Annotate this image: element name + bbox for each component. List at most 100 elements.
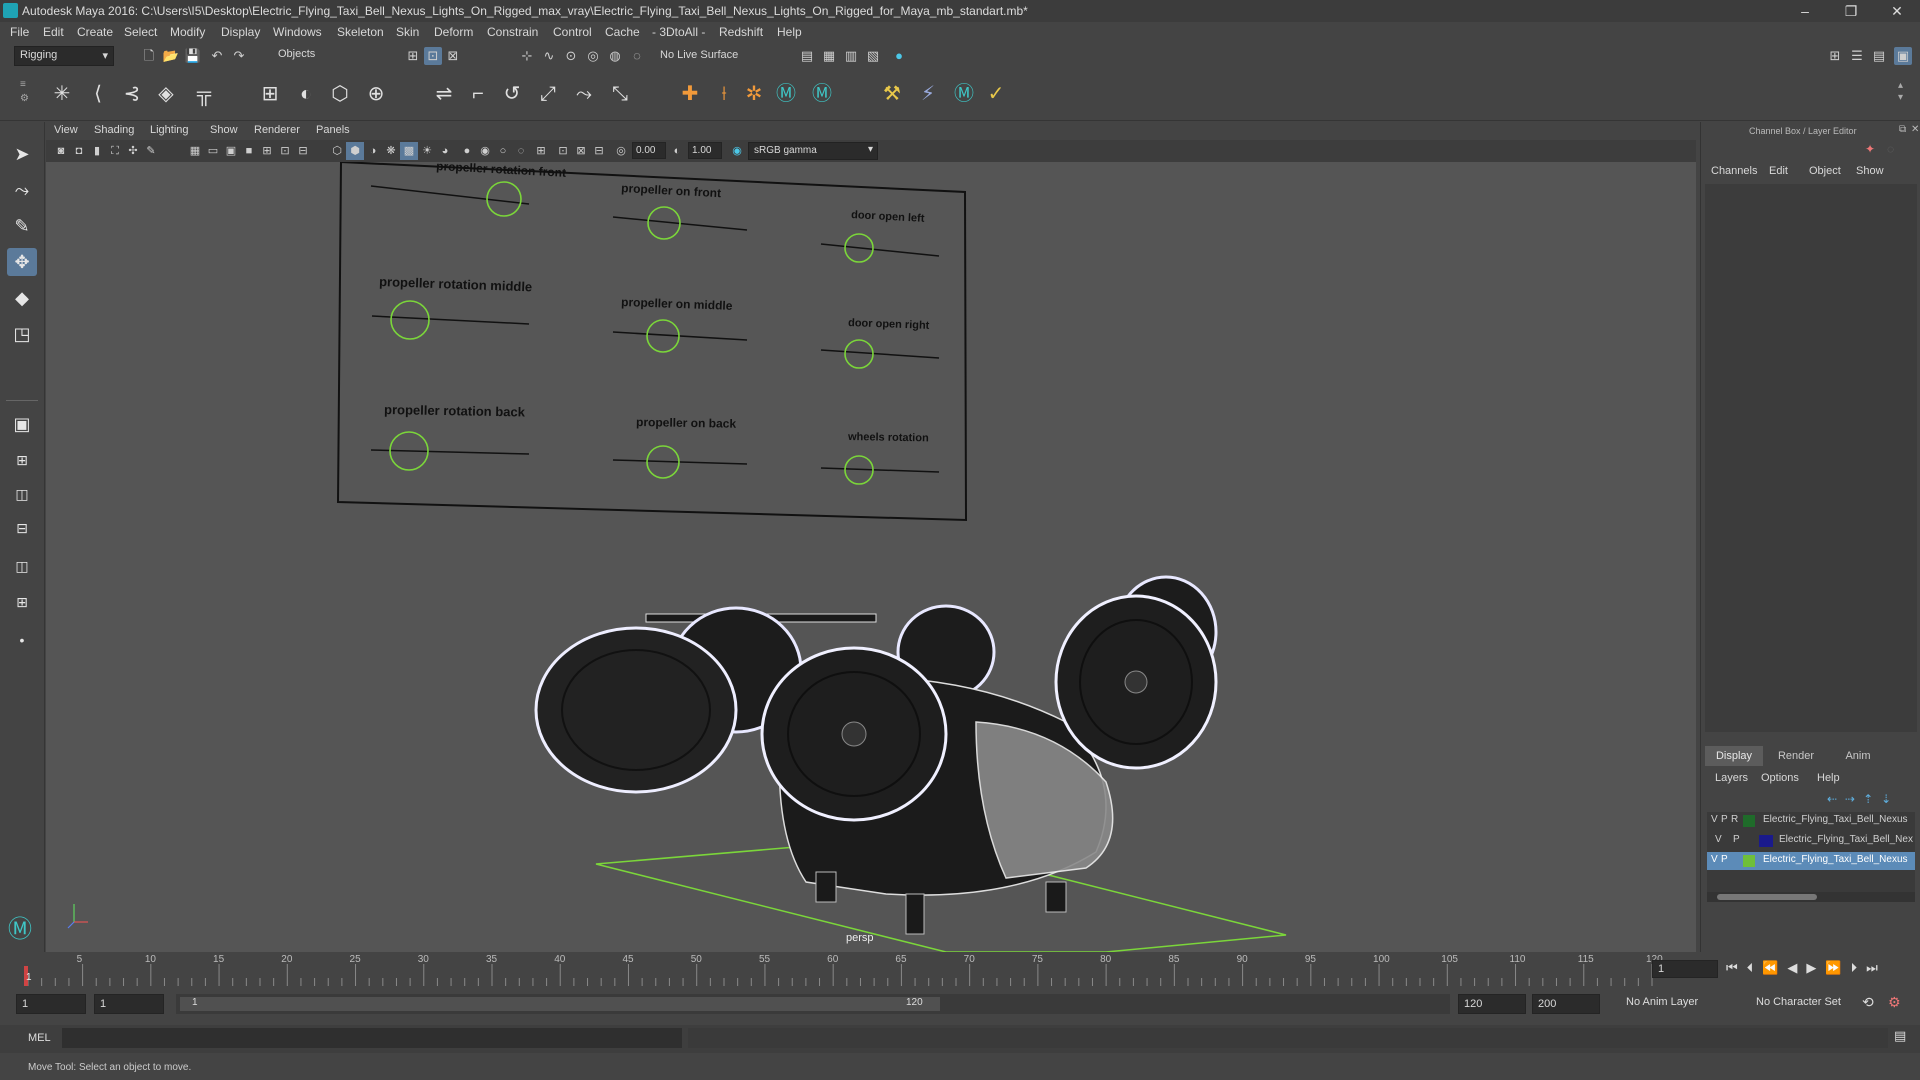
mirror-joint-icon[interactable]: ╦ <box>190 80 218 108</box>
layer-visibility-toggle[interactable]: V <box>1715 834 1722 845</box>
channel-box-mode-icon[interactable]: ✦ <box>1865 142 1875 156</box>
playback-end-field[interactable]: 120 <box>1458 994 1526 1014</box>
shelf-menu-icon[interactable]: ≡ ⚙ <box>20 78 36 112</box>
undo-icon[interactable]: ↶ <box>208 47 226 65</box>
modeling-toolkit-icon[interactable]: ⊞ <box>1826 47 1844 65</box>
bookmark-icon[interactable]: ▮ <box>88 142 106 160</box>
layer-color-swatch[interactable] <box>1743 815 1755 827</box>
animation-prefs-icon[interactable]: ⚙ <box>1888 994 1901 1011</box>
grid-toggle-icon[interactable]: ▦ <box>186 142 204 160</box>
smooth-shade-icon[interactable]: ⬢ <box>346 142 364 160</box>
menuset-dropdown[interactable]: Rigging ▾ <box>14 46 114 66</box>
panel-menu-lighting[interactable]: Lighting <box>150 124 189 136</box>
camera-select-icon[interactable]: ◙ <box>52 142 70 160</box>
play-backward-icon[interactable]: ◀ <box>1787 960 1806 975</box>
snap-view-icon[interactable]: ◎ <box>584 47 602 65</box>
open-scene-icon[interactable]: 📂 <box>162 47 180 65</box>
render-frame-icon[interactable]: ▥ <box>842 47 860 65</box>
select-hierarchy-icon[interactable]: ⊞ <box>404 47 422 65</box>
snap-vertex-icon[interactable]: ◌ <box>628 47 646 65</box>
gamma-field[interactable]: 1.00 <box>688 142 722 159</box>
select-object-icon[interactable]: ⊡ <box>424 47 442 65</box>
command-input[interactable] <box>62 1028 682 1048</box>
render-settings-icon[interactable]: ▤ <box>798 47 816 65</box>
resolution-gate-icon[interactable]: ▣ <box>222 142 240 160</box>
redo-icon[interactable]: ↷ <box>230 47 248 65</box>
wireframe-icon[interactable]: ⬡ <box>328 142 346 160</box>
rotate-tool-icon[interactable]: ◆ <box>7 284 37 312</box>
layer-name[interactable]: Electric_Flying_Taxi_Bell_Nexus <box>1779 834 1913 845</box>
panel-menu-panels[interactable]: Panels <box>316 124 350 136</box>
minimize-button[interactable]: – <box>1782 0 1828 22</box>
scale-constraint-icon[interactable]: ⤢ <box>534 80 562 108</box>
custom-layout-icon[interactable]: • <box>7 626 37 654</box>
menu-deform[interactable]: Deform <box>434 25 473 39</box>
lasso-tool-icon[interactable]: ⤳ <box>7 176 37 204</box>
safe-action-icon[interactable]: ⊡ <box>276 142 294 160</box>
menu-3dtoall[interactable]: - 3DtoAll - <box>652 25 705 39</box>
panel-menu-view[interactable]: View <box>54 124 78 136</box>
step-back-frame-icon[interactable]: ⏪ <box>1762 960 1787 975</box>
channel-list[interactable] <box>1705 184 1917 732</box>
layer-menu-layers[interactable]: Layers <box>1715 772 1748 784</box>
range-slider[interactable]: 1 120 <box>176 994 1450 1014</box>
channel-menu-channels[interactable]: Channels <box>1711 165 1757 177</box>
ik-handle-icon[interactable]: ⟨ <box>84 80 112 108</box>
panel-menu-renderer[interactable]: Renderer <box>254 124 300 136</box>
use-all-lights-icon[interactable]: ☀ <box>418 142 436 160</box>
snap-curve-icon[interactable]: ∿ <box>540 47 558 65</box>
scrollbar-thumb[interactable] <box>1717 894 1817 900</box>
menu-cache[interactable]: Cache <box>605 25 640 39</box>
current-frame-field[interactable]: 1 <box>1652 960 1718 978</box>
layer-playback-toggle[interactable]: P <box>1721 854 1728 865</box>
exposure-icon[interactable]: ◎ <box>612 142 630 160</box>
ik-spline-icon[interactable]: ⊰ <box>118 80 146 108</box>
insert-joint-icon[interactable]: ◈ <box>152 80 180 108</box>
menu-constrain[interactable]: Constrain <box>487 25 538 39</box>
shelf-extra-icon[interactable]: ✓ <box>982 80 1010 108</box>
save-scene-icon[interactable]: 💾 <box>184 47 202 65</box>
menu-modify[interactable]: Modify <box>170 25 205 39</box>
select-tool-icon[interactable]: ➤ <box>7 140 37 168</box>
persp-graph-layout-icon[interactable]: ⊟ <box>7 514 37 542</box>
snap-point-icon[interactable]: ⊙ <box>562 47 580 65</box>
textured-icon[interactable]: ▩ <box>400 142 418 160</box>
skin-cage-icon[interactable]: ⚒ <box>878 80 906 108</box>
playback-start-field[interactable]: 1 <box>94 994 164 1014</box>
channel-menu-edit[interactable]: Edit <box>1769 165 1788 177</box>
layer-reference-toggle[interactable]: R <box>1731 814 1738 825</box>
film-gate-icon[interactable]: ▭ <box>204 142 222 160</box>
two-d-pan-icon[interactable]: ✣ <box>124 142 142 160</box>
close-button[interactable]: ✕ <box>1874 0 1920 22</box>
menu-file[interactable]: File <box>10 25 29 39</box>
scale-tool-icon[interactable]: ◳ <box>7 320 37 348</box>
create-joint-icon[interactable]: ✳ <box>48 80 76 108</box>
close-panel-icon[interactable]: ✕ <box>1911 124 1919 135</box>
shadows-icon[interactable]: ◕ <box>436 142 454 160</box>
layer-menu-help[interactable]: Help <box>1817 772 1840 784</box>
persp-outliner-layout-icon[interactable]: ◫ <box>7 480 37 508</box>
layer-name[interactable]: Electric_Flying_Taxi_Bell_Nexus <box>1763 814 1913 825</box>
go-to-end-icon[interactable]: ⏭ <box>1866 960 1887 975</box>
menu-display[interactable]: Display <box>221 25 260 39</box>
character-controls-icon[interactable]: Ⓜ <box>808 80 836 108</box>
paint-weights-icon[interactable]: ◐ <box>292 80 320 108</box>
anti-aliasing-icon[interactable]: ○ <box>494 142 512 160</box>
snap-grid-icon[interactable]: ⊹ <box>518 47 536 65</box>
layer-editor-mode-icon[interactable]: ◌ <box>1887 142 1894 156</box>
character-set-dropdown[interactable]: No Character Set <box>1756 996 1841 1008</box>
scene-end-field[interactable]: 200 <box>1532 994 1600 1014</box>
horizontal-scrollbar[interactable] <box>1707 892 1915 902</box>
xray-joints-icon[interactable]: ⊠ <box>572 142 590 160</box>
camera-attributes-icon[interactable]: ◘ <box>70 142 88 160</box>
new-scene-icon[interactable]: 🗋 <box>140 47 158 65</box>
layer-color-swatch[interactable] <box>1743 855 1755 867</box>
set-driven-key-icon[interactable]: ✲ <box>740 80 768 108</box>
mash-icon[interactable]: Ⓜ <box>950 80 978 108</box>
time-slider[interactable]: 5 10 15 20 25 30 35 40 45 50 55 60 65 70 75 80 85 90 95 100… <box>0 952 1920 986</box>
grease-pencil-icon[interactable]: ✎ <box>142 142 160 160</box>
auto-key-icon[interactable]: ⟲ <box>1862 994 1874 1011</box>
default-material-icon[interactable]: ◑ <box>364 142 382 160</box>
ik-fk-switch-icon[interactable]: ⟊ <box>710 80 738 108</box>
layer-name[interactable]: Electric_Flying_Taxi_Bell_Nexus <box>1763 854 1913 865</box>
